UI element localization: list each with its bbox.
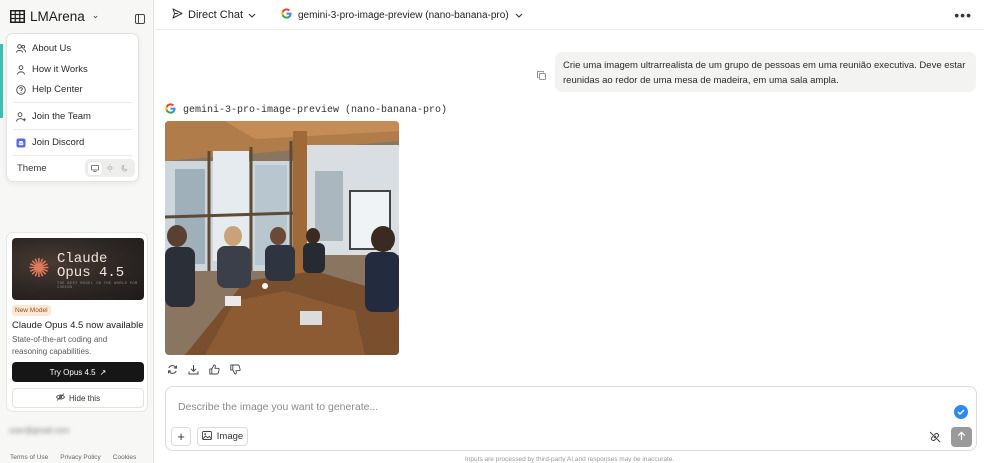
send-button[interactable] (951, 427, 972, 447)
hide-promo-button[interactable]: Hide this (12, 388, 144, 408)
menu-item-about-us[interactable]: About Us (16, 43, 71, 54)
response-actions (167, 362, 241, 375)
claude-star-icon: ✺ (28, 253, 50, 283)
theme-label: Theme (17, 163, 47, 174)
brand-dropdown-menu: About Us How it Works Help Center Join t… (6, 33, 139, 182)
menu-item-label: About Us (32, 43, 72, 54)
model-label: gemini-3-pro-image-preview (nano-banana-… (298, 9, 509, 21)
promo-image-tagline: THE BEST MODEL IN THE WORLD FOR CODING (57, 282, 138, 290)
menu-item-join-discord[interactable]: Join Discord (16, 137, 84, 148)
menu-item-label: Join Discord (32, 137, 85, 148)
theme-switch (85, 159, 135, 177)
user-email[interactable]: user@gmail.com (9, 426, 69, 435)
promo-headline: Claude Opus 4.5 now available (12, 320, 144, 331)
top-bar: Direct Chat gemini-3-pro-image-preview (… (155, 0, 984, 30)
prompt-composer: + Image (165, 386, 977, 451)
promo-image: ✺ Claude Opus 4.5 THE BEST MODEL IN THE … (12, 238, 144, 300)
response-model-label: gemini-3-pro-image-preview (nano-banana-… (165, 103, 447, 118)
arrow-up-right-icon: ↗ (99, 367, 107, 377)
promo-image-title: Claude Opus 4.5 (57, 252, 124, 280)
hide-promo-label: Hide this (68, 393, 101, 403)
download-icon[interactable] (188, 362, 199, 375)
send-icon (172, 8, 183, 22)
user-plus-icon (16, 111, 26, 122)
user-message-bubble: Crie uma imagem ultrarrealista de um gru… (555, 52, 976, 92)
chevron-down-icon: ⌄ (91, 10, 100, 20)
more-options-icon[interactable]: ••• (954, 7, 972, 23)
thumbs-up-icon[interactable] (209, 362, 220, 375)
try-opus-label: Try Opus 4.5 (49, 367, 96, 377)
menu-item-label: Help Center (32, 84, 83, 95)
image-icon (201, 430, 212, 443)
sidebar: LMArena ⌄ About Us How it Works Help Cen… (0, 0, 154, 463)
menu-item-help-center[interactable]: Help Center (16, 84, 83, 95)
menu-divider (13, 102, 132, 103)
image-button-label: Image (216, 431, 244, 442)
footer-link-privacy[interactable]: Privacy Policy (60, 454, 100, 461)
plus-icon: + (177, 429, 185, 444)
meeting-room-illustration (165, 121, 399, 355)
promo-card: ✺ Claude Opus 4.5 THE BEST MODEL IN THE … (6, 232, 148, 412)
new-model-badge: New Model (12, 305, 51, 316)
discord-icon (16, 138, 26, 148)
model-selector[interactable]: gemini-3-pro-image-preview (nano-banana-… (281, 8, 523, 22)
brand-logo[interactable]: LMArena ⌄ (10, 9, 99, 24)
add-attachment-button[interactable]: + (171, 427, 191, 446)
active-indicator (0, 44, 3, 118)
menu-item-label: Join the Team (32, 111, 91, 122)
sidebar-toggle-icon[interactable] (135, 11, 145, 29)
user-message-text: Crie uma imagem ultrarrealista de um gru… (563, 60, 966, 87)
footer-link-cookies[interactable]: Cookies (113, 454, 136, 461)
menu-item-how-it-works[interactable]: How it Works (16, 64, 88, 75)
promo-image-title-line2: Opus 4.5 (57, 265, 125, 281)
generated-image[interactable] (165, 121, 399, 355)
menu-divider (13, 155, 132, 156)
regenerate-icon[interactable] (167, 362, 178, 374)
help-circle-icon (16, 84, 26, 95)
arrow-up-icon (957, 428, 966, 446)
eye-off-icon (55, 393, 65, 403)
moon-icon[interactable] (118, 162, 132, 175)
menu-divider (13, 129, 132, 130)
users-icon (16, 44, 26, 53)
menu-item-label: How it Works (32, 64, 88, 75)
link-off-icon[interactable] (929, 430, 941, 448)
promo-image-title-line1: Claude (57, 251, 108, 267)
check-circle-icon[interactable] (954, 405, 968, 419)
mode-label: Direct Chat (188, 9, 244, 21)
disclaimer-text: Inputs are processed by third-party AI a… (465, 456, 675, 463)
brand-name: LMArena (30, 9, 85, 24)
promo-description: State-of-the-art coding and reasoning ca… (12, 335, 108, 356)
sun-icon[interactable] (103, 162, 117, 175)
prompt-input[interactable] (178, 401, 918, 413)
menu-item-join-the-team[interactable]: Join the Team (16, 111, 91, 122)
image-mode-button[interactable]: Image (197, 427, 248, 446)
mode-selector[interactable]: Direct Chat (172, 8, 256, 22)
google-icon (281, 8, 292, 22)
thumbs-down-icon[interactable] (230, 362, 241, 375)
copy-icon[interactable] (537, 67, 546, 85)
chevron-down-icon (248, 9, 256, 21)
person-icon (16, 64, 26, 75)
footer-link-terms[interactable]: Terms of Use (10, 454, 48, 461)
google-icon (165, 103, 176, 118)
chevron-down-icon (515, 10, 523, 21)
grid-logo-icon (10, 10, 25, 23)
monitor-icon[interactable] (87, 161, 102, 175)
footer-links: Terms of Use Privacy Policy Cookies (10, 454, 136, 461)
try-opus-button[interactable]: Try Opus 4.5 ↗ (12, 362, 144, 382)
response-model-name: gemini-3-pro-image-preview (nano-banana-… (183, 105, 448, 116)
